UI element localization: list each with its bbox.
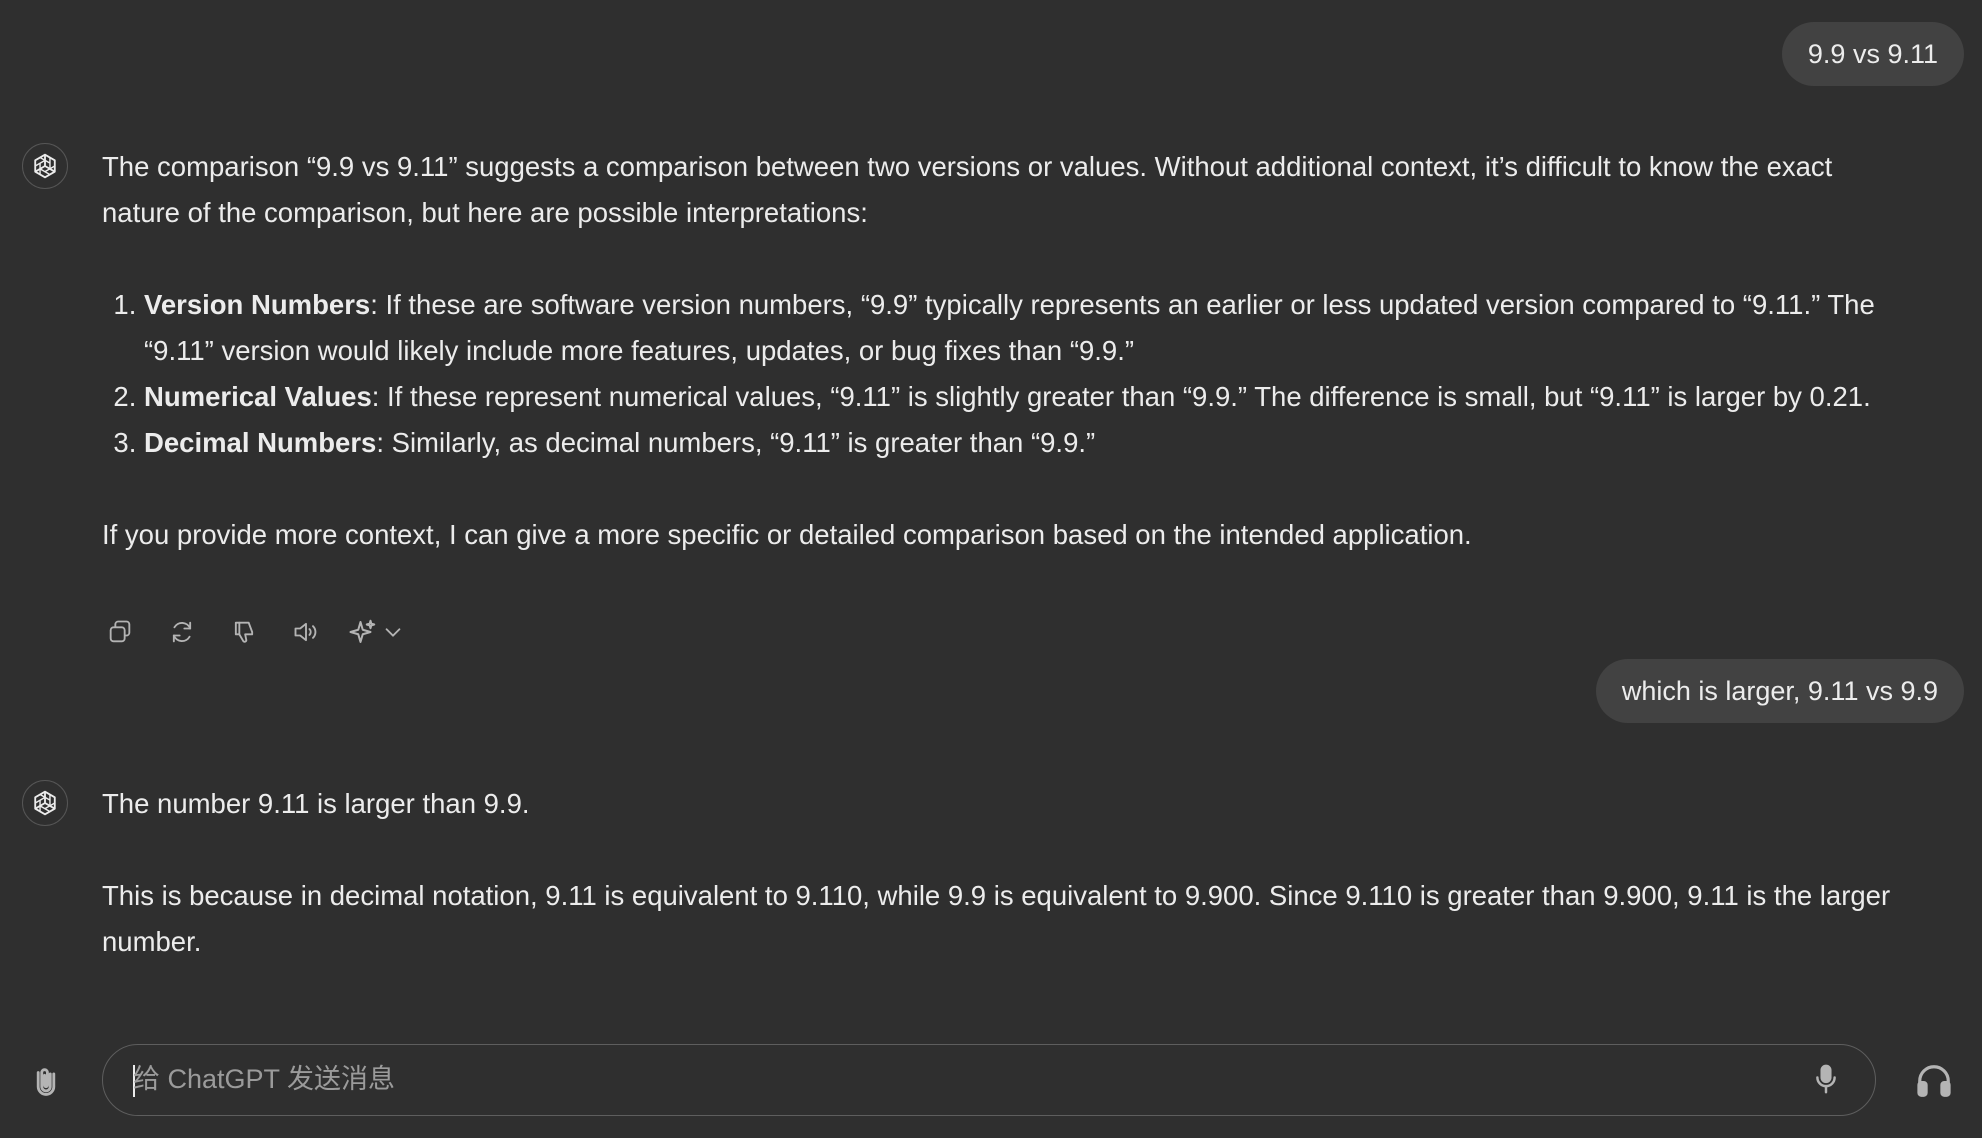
message-composer xyxy=(102,1044,1876,1116)
read-aloud-button[interactable] xyxy=(286,612,326,652)
copy-button[interactable] xyxy=(100,612,140,652)
voice-mode-button[interactable] xyxy=(1912,1060,1956,1102)
assistant-answer: The number 9.11 is larger than 9.9. xyxy=(102,788,530,819)
regenerate-icon xyxy=(172,621,192,643)
chevron-down-icon xyxy=(385,628,401,637)
list-item: Numerical Values: If these represent num… xyxy=(144,374,1892,420)
assistant-avatar xyxy=(22,143,68,189)
assistant-intro: The comparison “9.9 vs 9.11” suggests a … xyxy=(102,151,1833,228)
user-message-bubble: which is larger, 9.11 vs 9.9 xyxy=(1595,659,1964,723)
regenerate-button[interactable] xyxy=(162,612,202,652)
openai-logo-icon xyxy=(34,153,56,179)
dictate-button[interactable] xyxy=(1807,1061,1845,1099)
copy-icon xyxy=(109,620,131,643)
message-actions xyxy=(100,612,404,652)
attach-button[interactable] xyxy=(26,1060,66,1102)
sparkle-icon xyxy=(349,619,376,643)
list-item: Version Numbers: If these are software v… xyxy=(144,282,1892,374)
model-switch-button[interactable] xyxy=(348,612,404,652)
paperclip-icon xyxy=(36,1068,56,1096)
headphones-icon xyxy=(1917,1065,1951,1097)
list-item-title: Version Numbers xyxy=(144,289,371,320)
chat-thread: 9.9 vs 9.11 The comparison “9.9 vs 9.11”… xyxy=(0,0,1982,1138)
user-message-text: 9.9 vs 9.11 xyxy=(1807,39,1938,69)
openai-logo-icon xyxy=(34,790,56,816)
assistant-message: The comparison “9.9 vs 9.11” suggests a … xyxy=(102,144,1892,558)
interpretations-list: Version Numbers: If these are software v… xyxy=(102,282,1892,466)
assistant-avatar xyxy=(22,780,68,826)
assistant-explanation: This is because in decimal notation, 9.1… xyxy=(102,880,1891,957)
thumbs-down-icon xyxy=(234,621,254,643)
list-item-text: : If these are software version numbers,… xyxy=(144,289,1875,366)
list-item: Decimal Numbers: Similarly, as decimal n… xyxy=(144,420,1892,466)
thumbs-down-button[interactable] xyxy=(224,612,264,652)
read-aloud-icon xyxy=(294,622,317,642)
user-message-text: which is larger, 9.11 vs 9.9 xyxy=(1621,676,1938,706)
list-item-title: Numerical Values xyxy=(144,381,372,412)
assistant-outro: If you provide more context, I can give … xyxy=(102,519,1472,550)
list-item-text: : If these represent numerical values, “… xyxy=(371,381,1871,412)
list-item-text: : Similarly, as decimal numbers, “9.11” … xyxy=(376,427,1096,458)
user-message-bubble: 9.9 vs 9.11 xyxy=(1781,22,1964,86)
composer-row xyxy=(0,1044,1982,1118)
list-item-title: Decimal Numbers xyxy=(144,427,377,458)
assistant-message: The number 9.11 is larger than 9.9. This… xyxy=(102,781,1892,965)
message-input[interactable] xyxy=(133,1045,1813,1114)
microphone-icon xyxy=(1816,1064,1836,1094)
